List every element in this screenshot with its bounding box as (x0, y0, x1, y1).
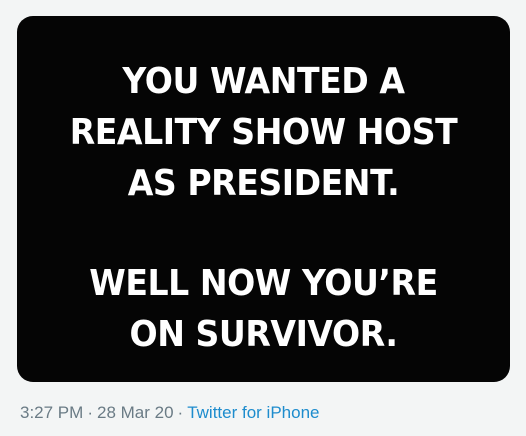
meme-line: ON SURVIVOR. (129, 314, 398, 355)
meme-line: REALITY SHOW HOST (69, 112, 458, 153)
tweet-date[interactable]: 28 Mar 20 (97, 403, 174, 422)
separator-dot: · (87, 403, 93, 422)
tweet-detail: YOU WANTED A REALITY SHOW HOST AS PRESID… (0, 0, 526, 436)
meme-caption-top: YOU WANTED A REALITY SHOW HOST AS PRESID… (37, 56, 491, 209)
meme-caption-bottom: WELL NOW YOU’RE ON SURVIVOR. (37, 258, 491, 360)
tweet-time[interactable]: 3:27 PM (20, 403, 83, 422)
meme-line: AS PRESIDENT. (127, 163, 400, 204)
tweet-source-link[interactable]: Twitter for iPhone (187, 403, 319, 422)
tweet-metadata: 3:27 PM · 28 Mar 20 · Twitter for iPhone (20, 401, 319, 425)
meme-line: WELL NOW YOU’RE (89, 263, 438, 304)
separator-dot: · (177, 403, 184, 422)
tweet-media-image[interactable]: YOU WANTED A REALITY SHOW HOST AS PRESID… (17, 16, 510, 382)
meme-line: YOU WANTED A (122, 61, 405, 102)
